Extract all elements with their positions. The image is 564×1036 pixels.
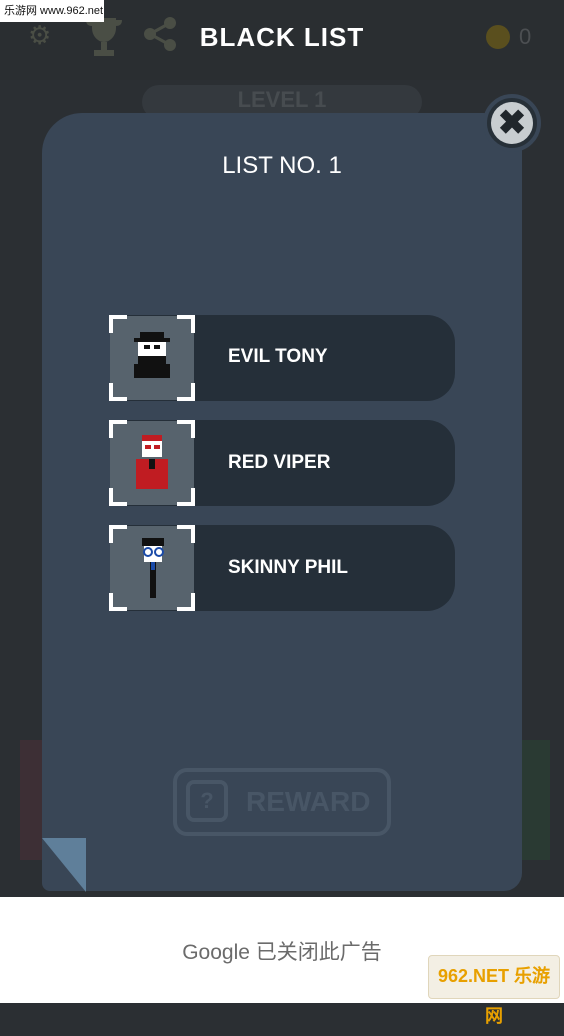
question-icon: ? (186, 780, 228, 822)
reward-label: REWARD (246, 786, 371, 817)
entry-name: EVIL TONY (228, 346, 328, 367)
watermark: 乐游网 www.962.net (0, 0, 104, 22)
evil-tony-avatar (134, 332, 170, 378)
entry-name: RED VIPER (228, 452, 331, 473)
close-icon[interactable]: ✖ (491, 102, 533, 144)
portrait-red-viper (109, 420, 195, 506)
site-logo: 962.NET 乐游网 (428, 955, 560, 1026)
coin-icon (486, 25, 510, 49)
skinny-phil-avatar (142, 538, 164, 598)
red-viper-avatar (136, 435, 168, 489)
page-title: BLACK LIST (199, 22, 365, 52)
entry-name: SKINNY PHIL (228, 557, 349, 578)
coin-count: 0 (519, 24, 532, 49)
portrait-evil-tony (109, 315, 195, 401)
list-title: LIST NO. 1 (222, 152, 342, 179)
portrait-skinny-phil (109, 525, 195, 611)
